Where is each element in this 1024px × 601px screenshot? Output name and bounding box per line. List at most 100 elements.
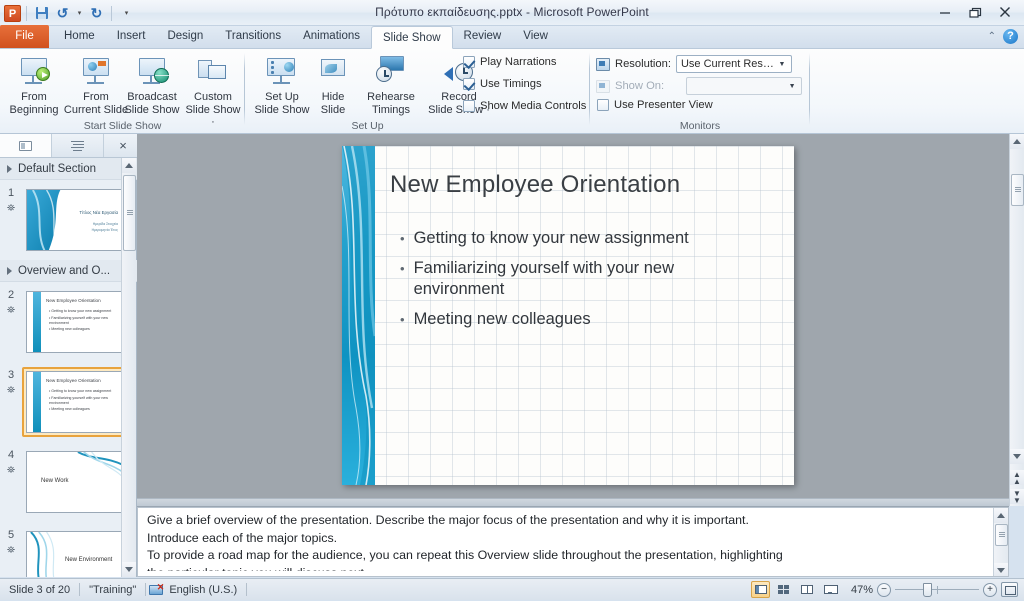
help-icon[interactable]: ? (1003, 29, 1018, 44)
checkbox-box (463, 56, 475, 68)
thumbnail-slide-5: New Environment (26, 531, 126, 577)
set-up-slide-show-button[interactable]: Set Up Slide Show (251, 52, 313, 117)
slide-count-status[interactable]: Slide 3 of 20 (0, 579, 79, 601)
zoom-in-button[interactable]: + (983, 582, 997, 597)
notes-scrollbar[interactable] (993, 508, 1008, 576)
scroll-down-button[interactable] (122, 562, 136, 577)
theme-status[interactable]: "Training" (80, 579, 145, 601)
button-label-line2: Beginning (9, 103, 59, 116)
current-slide[interactable]: New Employee Orientation • Getting to kn… (342, 146, 794, 485)
scrollbar-grip (127, 210, 133, 216)
thumb-title: Τίτλος Νέα Εργασία (79, 210, 118, 215)
scroll-up-button[interactable] (1010, 134, 1024, 149)
transition-star-icon[interactable]: ⛯ (7, 306, 15, 316)
fit-slide-to-window-icon[interactable] (1001, 582, 1018, 597)
window-controls (930, 1, 1020, 23)
tab-design[interactable]: Design (156, 25, 214, 48)
thumbnail-item-2[interactable]: 2 ⛯ New Employee Orientation Getting to … (0, 282, 137, 362)
thumb-bullet: Getting to know your new assignment (49, 309, 111, 314)
restore-icon[interactable] (960, 1, 990, 23)
spell-check-icon[interactable]: ✕ (149, 582, 164, 597)
scrollbar-thumb[interactable] (1011, 174, 1024, 206)
thumbnail-frame[interactable]: New Work (22, 447, 130, 517)
ribbon-group-set-up: Set Up Slide Show Hide Slide Rehearse Ti… (245, 49, 590, 134)
close-panel-icon[interactable]: × (109, 134, 137, 157)
next-slide-button[interactable]: ▼ ▼ (1010, 489, 1024, 504)
thumbnail-list[interactable]: Default Section 1 ⛯ Τίτλος Νέα Εργασία Η… (0, 158, 137, 577)
ribbon-group-start-slide-show: From Beginning From Current Slide Broadc… (0, 49, 245, 134)
show-media-controls-checkbox[interactable]: Show Media Controls (463, 100, 586, 112)
thumbnail-frame[interactable]: New Employee Orientation Getting to know… (22, 287, 130, 357)
tab-file[interactable]: File (0, 25, 49, 48)
rehearse-timings-button[interactable]: Rehearse Timings (359, 52, 423, 117)
notes-text[interactable]: Give a brief overview of the presentatio… (138, 508, 1008, 571)
minimize-icon[interactable] (930, 1, 960, 23)
tab-animations[interactable]: Animations (292, 25, 371, 48)
scroll-down-button[interactable] (994, 563, 1008, 576)
resolution-dropdown[interactable]: Use Current Resolut... ▼ (675, 55, 792, 73)
transition-star-icon[interactable]: ⛯ (7, 466, 15, 476)
thumbnail-scrollbar[interactable] (121, 158, 136, 577)
divider (246, 583, 248, 596)
thumbnail-frame[interactable]: New Environment (22, 527, 130, 577)
zoom-slider[interactable] (895, 582, 979, 597)
thumbnail-item-1[interactable]: 1 ⛯ Τίτλος Νέα Εργασία Ημερίδα Στοιχεία … (0, 180, 137, 260)
outline-tab[interactable] (52, 134, 104, 157)
slide-area-scrollbar[interactable]: ▲ ▲ ▼ ▼ (1009, 134, 1024, 506)
scroll-up-button[interactable] (994, 508, 1008, 523)
group-label-set-up: Set Up (351, 120, 384, 132)
transition-star-icon[interactable]: ⛯ (7, 386, 15, 396)
button-label-line1: Set Up (265, 91, 299, 103)
notes-splitter[interactable] (137, 498, 1009, 507)
section-collapse-icon (7, 164, 12, 173)
zoom-slider-handle[interactable] (923, 582, 932, 597)
play-narrations-checkbox[interactable]: Play Narrations (463, 56, 556, 68)
tab-insert[interactable]: Insert (106, 25, 157, 48)
hide-slide-button[interactable]: Hide Slide (311, 52, 355, 117)
scroll-down-button[interactable] (1010, 449, 1024, 464)
hide-slide-icon (316, 56, 350, 88)
transition-star-icon[interactable]: ⛯ (7, 546, 15, 556)
tab-slide-show[interactable]: Slide Show (370, 26, 453, 49)
slide-title[interactable]: New Employee Orientation (390, 171, 780, 199)
minimize-ribbon-icon[interactable]: ⌃ (988, 31, 996, 42)
thumbnail-number: 1 ⛯ (0, 185, 22, 255)
transition-star-icon[interactable]: ⛯ (7, 204, 15, 214)
thumbnail-frame-selected[interactable]: New Employee Orientation Getting to know… (22, 367, 130, 437)
show-on-dropdown[interactable]: ▼ (686, 77, 803, 95)
section-header-default[interactable]: Default Section (0, 158, 137, 180)
button-label-line2: Slide (320, 103, 346, 116)
button-label-line1: Custom (194, 91, 232, 103)
tab-review[interactable]: Review (453, 25, 513, 48)
notes-pane[interactable]: Give a brief overview of the presentatio… (137, 507, 1009, 577)
thumbnail-item-5[interactable]: 5 ⛯ New Environment (0, 522, 137, 577)
previous-slide-button[interactable]: ▲ ▲ (1010, 470, 1024, 485)
slide-show-view-button[interactable] (820, 581, 839, 598)
broadcast-slide-show-button[interactable]: Broadcast Slide Show (120, 52, 184, 117)
scrollbar-thumb[interactable] (995, 524, 1008, 546)
tab-home[interactable]: Home (53, 25, 106, 48)
tab-view[interactable]: View (512, 25, 559, 48)
section-header-overview[interactable]: Overview and O... (0, 260, 137, 282)
slides-tab[interactable] (0, 134, 52, 157)
custom-slide-show-button[interactable]: Custom Slide Show · (182, 52, 244, 130)
thumbnail-item-3[interactable]: 3 ⛯ New Employee Orientation Getting to … (0, 362, 137, 442)
slide-body[interactable]: • Getting to know your new assignment • … (400, 228, 768, 339)
slide-sorter-view-button[interactable] (774, 581, 793, 598)
tab-transitions[interactable]: Transitions (214, 25, 292, 48)
thumbnail-frame[interactable]: Τίτλος Νέα Εργασία Ημερίδα Στοιχεία Ημερ… (22, 185, 130, 255)
reading-view-button[interactable] (797, 581, 816, 598)
use-presenter-view-checkbox[interactable]: Use Presenter View (597, 99, 713, 111)
thumb-sub2: Ημερομηνία Έτος (91, 228, 118, 232)
language-status[interactable]: English (U.S.) (167, 579, 246, 601)
normal-view-button[interactable] (751, 581, 770, 598)
close-icon[interactable] (990, 1, 1020, 23)
scroll-up-button[interactable] (122, 158, 136, 173)
thumbnail-item-4[interactable]: 4 ⛯ New Work (0, 442, 137, 522)
use-timings-checkbox[interactable]: Use Timings (463, 78, 542, 90)
set-up-slide-show-icon (265, 56, 299, 88)
scrollbar-thumb[interactable] (123, 175, 136, 251)
slides-tab-icon (19, 140, 32, 151)
zoom-out-button[interactable]: − (877, 582, 891, 597)
from-beginning-button[interactable]: From Beginning (4, 52, 64, 117)
